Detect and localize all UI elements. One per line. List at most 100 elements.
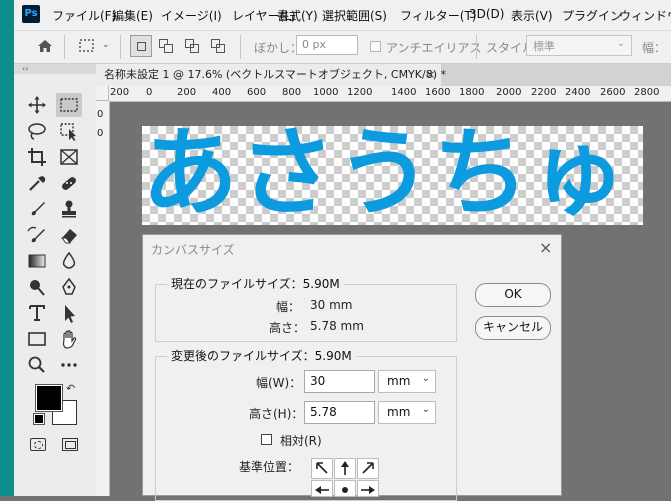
- height-unit-value: mm: [387, 405, 411, 419]
- subtract-selection-button[interactable]: [182, 35, 204, 57]
- menu-3d[interactable]: 3D(D): [469, 7, 504, 21]
- close-icon[interactable]: ×: [539, 238, 552, 257]
- healing-brush-tool-icon[interactable]: [56, 171, 82, 195]
- dialog-title: カンバスサイズ: [151, 243, 235, 257]
- feather-input[interactable]: 0 px: [296, 35, 358, 55]
- menu-image[interactable]: イメージ(I): [161, 7, 222, 24]
- current-width-value: 30 mm: [310, 298, 353, 312]
- document-tab[interactable]: 名称未設定 1 @ 17.6% (ベクトルスマートオブジェクト, CMYK/8)…: [96, 64, 446, 86]
- anchor-center[interactable]: [334, 480, 356, 497]
- menu-filter[interactable]: フィルター(T): [400, 7, 476, 24]
- ruler-label: 400: [212, 87, 232, 98]
- ruler-label: 600: [247, 87, 267, 98]
- zoom-tool-icon[interactable]: [24, 353, 50, 377]
- anchor-top[interactable]: [334, 458, 356, 479]
- anchor-top-right[interactable]: [357, 458, 379, 479]
- frame-tool-icon[interactable]: [56, 145, 82, 169]
- object-selection-tool-icon[interactable]: [56, 119, 82, 143]
- ruler-label: 0: [97, 128, 104, 139]
- width-unit-select[interactable]: mm ⌄: [378, 370, 436, 393]
- eyedropper-tool-icon[interactable]: [24, 171, 50, 195]
- menu-select[interactable]: 選択範囲(S): [322, 7, 387, 24]
- menu-edit[interactable]: 編集(E): [112, 7, 153, 24]
- ruler-label: 2200: [531, 87, 557, 98]
- current-width-label: 幅：: [276, 300, 301, 314]
- add-selection-button[interactable]: [156, 35, 178, 57]
- chevron-down-icon[interactable]: ⌄: [102, 40, 110, 50]
- width-label: 幅：: [642, 41, 667, 55]
- anchor-top-left[interactable]: [311, 458, 333, 479]
- dodge-tool-icon[interactable]: [24, 275, 50, 299]
- menu-window[interactable]: ウィンドウ(W): [619, 7, 671, 24]
- default-colors-icon[interactable]: [33, 413, 45, 425]
- separator: [240, 35, 241, 59]
- ruler-label: 1200: [347, 87, 373, 98]
- path-selection-tool-icon[interactable]: [56, 301, 82, 325]
- ruler-label: 200: [110, 87, 130, 98]
- menu-view[interactable]: 表示(V): [511, 7, 553, 24]
- document-tab-title: 名称未設定 1 @ 17.6% (ベクトルスマートオブジェクト, CMYK/8)…: [104, 68, 446, 81]
- cancel-button[interactable]: キャンセル: [475, 316, 551, 340]
- marquee-preset-icon[interactable]: [76, 35, 98, 57]
- screen-mode-icon[interactable]: [62, 438, 78, 451]
- more-tools-icon[interactable]: [56, 353, 82, 377]
- current-size-title: 現在のファイルサイズ：5.90M: [167, 275, 344, 292]
- crop-tool-icon[interactable]: [24, 145, 50, 169]
- separator: [120, 35, 121, 59]
- width-input[interactable]: 30: [304, 370, 375, 393]
- horizontal-ruler[interactable]: 200 0 200 400 600 800 1000 1200 1400 160…: [109, 86, 671, 102]
- ruler-origin[interactable]: [96, 86, 109, 101]
- height-input[interactable]: 5.78: [304, 401, 375, 424]
- anchor-left[interactable]: [311, 480, 333, 497]
- rectangular-marquee-tool-icon[interactable]: [56, 93, 82, 117]
- height-label: 高さ(H)：: [249, 407, 304, 421]
- style-select[interactable]: 標準 ⌄: [526, 35, 632, 56]
- swap-colors-icon[interactable]: ↶: [66, 382, 75, 395]
- gradient-tool-icon[interactable]: [24, 249, 50, 273]
- separator: [476, 35, 477, 59]
- type-tool-icon[interactable]: [24, 301, 50, 325]
- intersect-selection-button[interactable]: [208, 35, 230, 57]
- canvas-size-dialog: カンバスサイズ × 現在のファイルサイズ：5.90M 幅： 30 mm 高さ： …: [142, 234, 562, 501]
- brush-tool-icon[interactable]: [24, 197, 50, 221]
- lasso-tool-icon[interactable]: [24, 119, 50, 143]
- menu-plugins[interactable]: プラグイン: [562, 7, 622, 24]
- anchor-label: 基準位置：: [239, 460, 300, 474]
- ruler-label: 2600: [600, 87, 626, 98]
- menu-type[interactable]: 書式(Y): [277, 7, 318, 24]
- menu-file[interactable]: ファイル(F): [52, 7, 116, 24]
- ruler-label: 0: [97, 109, 104, 120]
- vertical-ruler[interactable]: 0 0: [96, 101, 110, 496]
- desktop-strip: [0, 0, 14, 496]
- options-bar: ⌄ ぼかし： 0 px アンチエイリアス スタイル： 標準 ⌄ 幅：: [14, 31, 671, 64]
- quick-mask-icon[interactable]: [30, 438, 46, 451]
- menu-bar: Ps ファイル(F) 編集(E) イメージ(I) レイヤー(L) 書式(Y) 選…: [14, 0, 671, 31]
- close-icon[interactable]: ×: [426, 68, 435, 81]
- blur-tool-icon[interactable]: [56, 249, 82, 273]
- pen-tool-icon[interactable]: [56, 275, 82, 299]
- ruler-label: 2400: [565, 87, 591, 98]
- hand-tool-icon[interactable]: [56, 327, 82, 351]
- relative-checkbox[interactable]: [261, 434, 272, 445]
- rectangle-tool-icon[interactable]: [24, 327, 50, 351]
- ok-button[interactable]: OK: [475, 283, 551, 307]
- move-tool-icon[interactable]: [24, 93, 50, 117]
- anchor-right[interactable]: [357, 480, 379, 497]
- relative-label: 相対(R): [280, 434, 322, 448]
- ruler-label: 1000: [313, 87, 339, 98]
- ruler-label: 0: [146, 87, 153, 98]
- home-icon[interactable]: [34, 35, 56, 57]
- chevron-down-icon: ⌄: [616, 38, 625, 49]
- canvas[interactable]: あさうちゅ: [142, 126, 643, 225]
- foreground-color-swatch[interactable]: [35, 384, 63, 412]
- style-value: 標準: [533, 40, 555, 53]
- tools-panel: ‹‹ ↶: [14, 64, 97, 496]
- history-brush-tool-icon[interactable]: [24, 223, 50, 247]
- height-unit-select[interactable]: mm ⌄: [378, 401, 436, 424]
- collapse-panel-icon[interactable]: ‹‹: [14, 64, 96, 74]
- antialias-checkbox[interactable]: [370, 41, 381, 52]
- eraser-tool-icon[interactable]: [56, 223, 82, 247]
- clone-stamp-tool-icon[interactable]: [56, 197, 82, 221]
- ruler-label: 1800: [459, 87, 485, 98]
- new-selection-button[interactable]: [130, 35, 152, 57]
